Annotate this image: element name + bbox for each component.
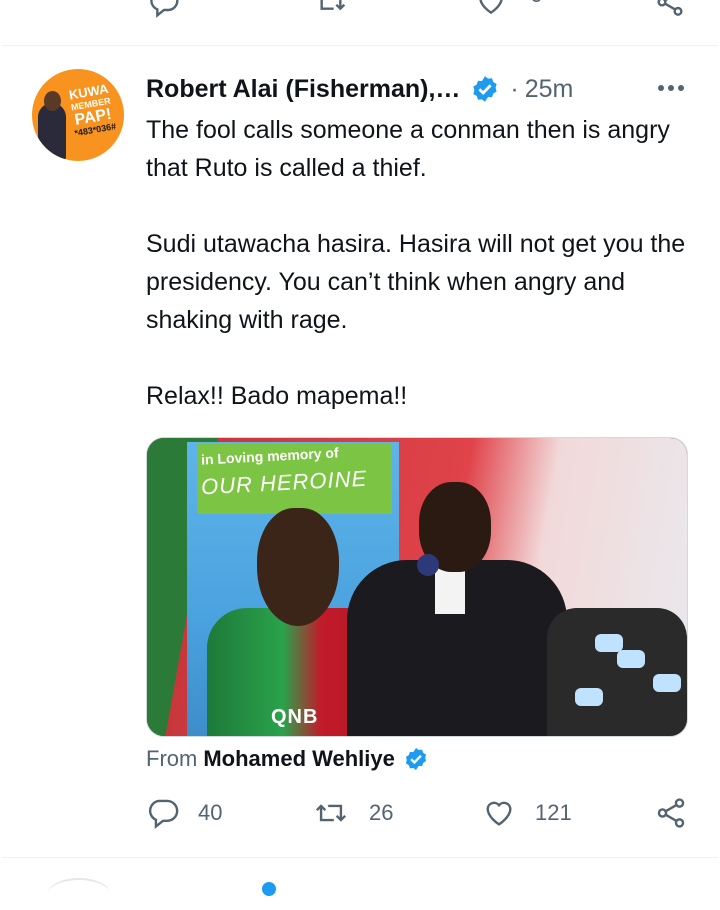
verified-icon <box>403 746 429 772</box>
tweet-text: The fool calls someone a conman then is … <box>146 111 686 415</box>
avatar-text: KUWA MEMBER PAP! *483*036# <box>67 80 117 139</box>
divider <box>2 45 718 46</box>
retweet-button[interactable]: 26 <box>313 796 393 830</box>
reply-icon <box>146 796 180 830</box>
like-icon[interactable] <box>474 0 508 18</box>
verified-icon <box>262 882 276 896</box>
verified-icon <box>470 74 500 104</box>
like-button[interactable]: 121 <box>481 796 572 830</box>
tweet-paragraph: Sudi utawacha hasira. Hasira will not ge… <box>146 230 686 334</box>
previous-like-count: 6 <box>530 0 542 8</box>
separator: · <box>510 74 519 103</box>
share-icon <box>654 796 688 830</box>
sponsor-logo: QNB <box>271 706 319 728</box>
tweet-actions: 40 26 121 <box>0 796 720 838</box>
reply-button[interactable]: 40 <box>146 796 222 830</box>
next-tweet-avatar[interactable] <box>48 878 110 910</box>
tweet-paragraph: The fool calls someone a conman then is … <box>146 116 670 182</box>
attribution-prefix: From <box>146 746 198 771</box>
audience <box>547 608 687 736</box>
tweet-paragraph: Relax!! Bado mapema!! <box>146 382 408 410</box>
tweet-header: Robert Alai (Fisherman),… · 25m <box>146 72 573 106</box>
retweet-count: 26 <box>369 800 394 825</box>
video-attribution: From Mohamed Wehliye <box>146 746 429 772</box>
reply-count: 40 <box>198 800 223 825</box>
divider <box>2 857 718 858</box>
author-name[interactable]: Robert Alai (Fisherman),… <box>146 75 460 104</box>
reply-icon[interactable] <box>148 0 180 18</box>
like-count: 121 <box>535 800 572 825</box>
retweet-icon[interactable] <box>314 0 348 18</box>
share-icon[interactable] <box>654 0 686 18</box>
video-thumbnail[interactable]: in Loving memory of OUR HEROINE QNB <box>146 437 688 737</box>
more-icon[interactable] <box>656 80 686 96</box>
microphone <box>417 554 439 576</box>
attribution-name[interactable]: Mohamed Wehliye <box>203 746 395 772</box>
like-icon <box>481 796 517 830</box>
avatar[interactable]: KUWA MEMBER PAP! *483*036# <box>32 69 124 161</box>
previous-tweet-actions: 6 <box>0 0 720 20</box>
share-button[interactable] <box>654 796 688 830</box>
timestamp[interactable]: 25m <box>525 75 574 104</box>
retweet-icon <box>313 796 349 830</box>
